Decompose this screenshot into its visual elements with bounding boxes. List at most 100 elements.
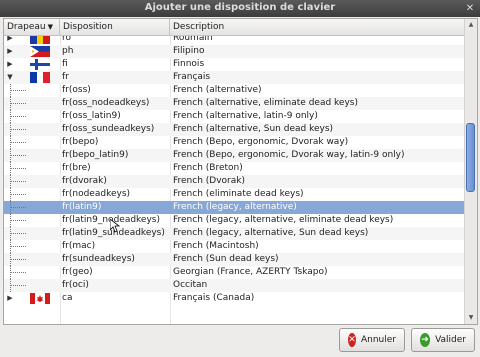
tree-line <box>10 129 26 130</box>
table-row[interactable]: ▼ fr Français <box>4 71 467 84</box>
flag-fi-icon <box>30 59 50 70</box>
layout-description: French (alternative, eliminate dead keys… <box>173 98 358 108</box>
layout-description: French (legacy, alternative) <box>173 202 297 212</box>
cancel-icon: ✕ <box>348 333 356 347</box>
dialog-window: Ajouter une disposition de clavier ✕ Dra… <box>0 0 480 357</box>
layout-description: Occitan <box>173 280 208 290</box>
layout-description: Finnois <box>173 59 205 69</box>
layout-description: French (legacy, alternative, Sun dead ke… <box>173 228 369 238</box>
cancel-button-label: Annuler <box>360 335 396 345</box>
layout-code: fr(oci) <box>62 280 89 290</box>
layout-code: fr(dvorak) <box>62 176 107 186</box>
tree-line <box>10 103 26 104</box>
ok-button-label: Valider <box>435 335 466 345</box>
flag-ca-icon <box>30 293 50 304</box>
table-row[interactable]: ▶ ca Français (Canada) <box>4 292 467 305</box>
table-row[interactable]: fr(bepo_latin9) French (Bepo, ergonomic, … <box>4 149 467 162</box>
tree-line <box>10 246 26 247</box>
table-row[interactable]: fr(nodeadkeys) French (eliminate dead key… <box>4 188 467 201</box>
tree-line <box>10 116 26 117</box>
mouse-pointer-icon <box>110 219 120 233</box>
table-row[interactable]: fr(oss_nodeadkeys) French (alternative, e… <box>4 97 467 110</box>
layout-code: fr(oss_nodeadkeys) <box>62 98 150 108</box>
table-row[interactable]: fr(oci) Occitan <box>4 279 467 292</box>
layout-code: ca <box>62 293 73 303</box>
flag-ro-icon <box>30 36 50 44</box>
layout-code: fr(oss_sundeadkeys) <box>62 124 155 134</box>
tree-line <box>10 194 26 195</box>
column-description-label: Description <box>173 22 225 32</box>
table-row[interactable]: ▶ fi Finnois <box>4 58 467 71</box>
layout-code: fr <box>62 72 69 82</box>
tree-line <box>10 285 26 286</box>
layout-code: fr(oss) <box>62 85 91 95</box>
layout-code: fr(bepo) <box>62 137 99 147</box>
table-row[interactable]: ▶ ph Filipino <box>4 45 467 58</box>
layout-code: fr(sundeadkeys) <box>62 254 135 264</box>
scroll-down-icon[interactable]: ▼ <box>465 313 477 323</box>
layout-description: French (Bepo, ergonomic, Dvorak way, lat… <box>173 150 405 160</box>
tree-line <box>10 233 26 234</box>
table-row[interactable]: ▶ ro Roumain <box>4 36 467 45</box>
layout-description: French (alternative, latin-9 only) <box>173 111 318 121</box>
tree-line <box>10 272 26 273</box>
row-list: ▶ ro Roumain ▶ ph Filipino ▶ fi Finnois ▼ fr França… <box>4 36 467 324</box>
layout-code: fr(oss_latin9) <box>62 111 121 121</box>
layout-code: fr(geo) <box>62 267 93 277</box>
table-row[interactable]: fr(mac) French (Macintosh) <box>4 240 467 253</box>
column-layout-label: Disposition <box>63 22 113 32</box>
layout-code: fr(bepo_latin9) <box>62 150 129 160</box>
close-icon[interactable]: ✕ <box>464 3 476 14</box>
layout-description: French (Bepo, ergonomic, Dvorak way) <box>173 137 349 147</box>
ok-button[interactable]: ➜ Valider <box>411 328 475 352</box>
tree-line <box>10 259 26 260</box>
tree-line <box>10 90 26 91</box>
table-row[interactable]: fr(dvorak) French (Dvorak) <box>4 175 467 188</box>
table-row[interactable]: fr(bepo) French (Bepo, ergonomic, Dvorak … <box>4 136 467 149</box>
tree-line <box>10 142 26 143</box>
layout-description: Français <box>173 72 211 82</box>
layout-code: fr(nodeadkeys) <box>62 189 131 199</box>
table-row[interactable]: fr(bre) French (Breton) <box>4 162 467 175</box>
layout-description: Français (Canada) <box>173 293 255 303</box>
vertical-scrollbar[interactable]: ▲ ▼ <box>464 19 477 324</box>
scrollbar-thumb[interactable] <box>466 123 475 192</box>
sort-down-icon: ▼ <box>47 23 54 31</box>
table-row[interactable]: fr(geo) Georgian (France, AZERTY Tskapo) <box>4 266 467 279</box>
tree-line <box>10 220 26 221</box>
table-row[interactable]: fr(oss_sundeadkeys) French (alternative, … <box>4 123 467 136</box>
layout-code: fr(bre) <box>62 163 91 173</box>
tree-line <box>10 155 26 156</box>
column-description-header[interactable]: Description <box>170 19 467 35</box>
layout-code: fi <box>62 59 68 69</box>
layout-description: French (legacy, alternative, eliminate d… <box>173 215 394 225</box>
table-row[interactable]: fr(latin9) French (legacy, alternative) <box>4 201 467 214</box>
scroll-up-icon[interactable]: ▲ <box>465 20 477 30</box>
layout-code: ph <box>62 46 74 56</box>
layout-code: fr(latin9) <box>62 202 102 212</box>
layout-code: ro <box>62 36 72 43</box>
layout-description: French (eliminate dead keys) <box>173 189 304 199</box>
cancel-button[interactable]: ✕ Annuler <box>339 328 405 352</box>
expander-collapsed-icon[interactable]: ▶ <box>5 45 15 58</box>
title-bar[interactable]: Ajouter une disposition de clavier ✕ <box>0 0 480 17</box>
layout-code: fr(mac) <box>62 241 96 251</box>
layout-description: French (alternative, Sun dead keys) <box>173 124 334 134</box>
layout-description: Roumain <box>173 36 213 43</box>
table-row[interactable]: fr(oss) French (alternative) <box>4 84 467 97</box>
layout-tree[interactable]: Drapeau ▼ Disposition Description ▶ ro Roum… <box>3 18 478 325</box>
layout-description: French (Sun dead keys) <box>173 254 279 264</box>
expander-collapsed-icon[interactable]: ▶ <box>5 36 15 45</box>
column-layout-header[interactable]: Disposition <box>60 19 170 35</box>
expander-collapsed-icon[interactable]: ▶ <box>5 292 15 305</box>
column-flag-header[interactable]: Drapeau ▼ <box>4 19 60 35</box>
expander-collapsed-icon[interactable]: ▶ <box>5 58 15 71</box>
table-row[interactable]: fr(latin9_sundeadkeys) French (legacy, al… <box>4 227 467 240</box>
tree-line <box>10 207 26 208</box>
expander-expanded-icon[interactable]: ▼ <box>5 71 15 84</box>
tree-line <box>10 181 26 182</box>
table-row[interactable]: fr(oss_latin9) French (alternative, latin… <box>4 110 467 123</box>
table-row[interactable]: fr(latin9_nodeadkeys)French (legacy, alt… <box>4 214 467 227</box>
layout-description: French (alternative) <box>173 85 262 95</box>
table-row[interactable]: fr(sundeadkeys) French (Sun dead keys) <box>4 253 467 266</box>
